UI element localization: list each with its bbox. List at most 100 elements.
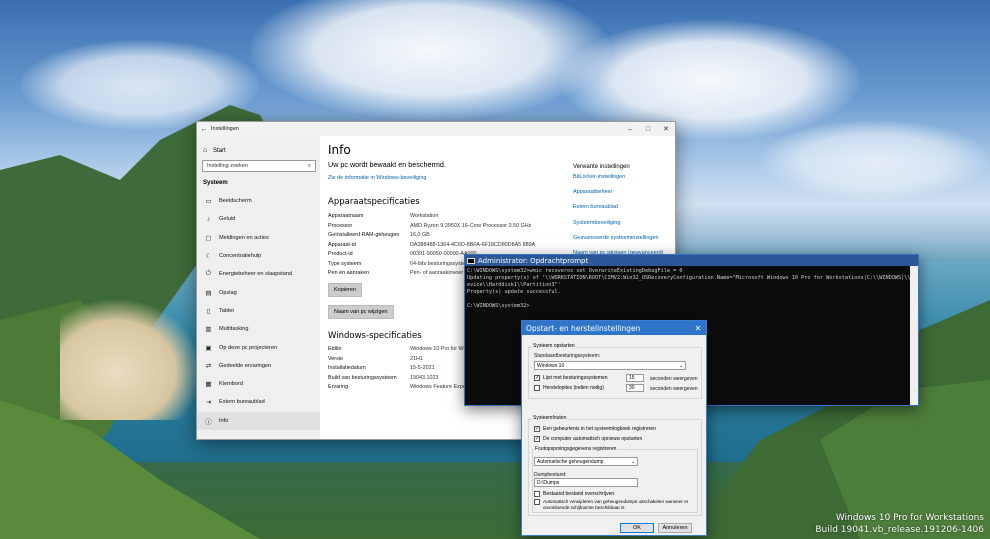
cmd-line: Property(s) update successful. [467, 289, 561, 296]
spec-key: Installatiedatum [328, 365, 366, 372]
sidebar-item[interactable]: ▤ Opslag [197, 283, 320, 301]
auto-delete-checkbox[interactable]: Automatisch verwijderen van geheugendump… [534, 499, 694, 510]
sidebar-item[interactable]: ▣ Op deze pc projecteren [197, 338, 320, 356]
sidebar-item[interactable]: ⇄ Gedeelde ervaringen [197, 357, 320, 375]
overwrite-checkbox[interactable]: Bestaand bestand overschrijven [534, 491, 614, 497]
sidebar-item-label: Tablet [219, 307, 234, 314]
os-list-seconds-input[interactable]: 15 [626, 374, 644, 382]
related-settings-heading: Verwante instellingen [573, 164, 630, 170]
sidebar-item-label: Klembord [219, 381, 243, 388]
display-icon: ▭ [205, 198, 212, 206]
spec-value: AMD Ryzen 9 3950X 16-Core Processor 3.50… [410, 222, 532, 229]
spec-row: Processor AMD Ryzen 9 3950X 16-Core Proce… [328, 223, 568, 230]
notifications-icon: ▢ [205, 234, 212, 242]
cmd-titlebar: Administrator: Opdrachtprompt [465, 255, 918, 266]
cmd-line: C:\WINDOWS\system32>wmic recoveros set O… [467, 268, 683, 274]
sidebar-item[interactable]: ☾ Concentratiehulp [197, 247, 320, 265]
recovery-options-seconds-input[interactable]: 30 [626, 384, 644, 392]
dialog-titlebar: Opstart- en herstelinstellingen ✕ [522, 321, 706, 335]
cmd-line: evice\\Harddisk1\\Partition3"' [467, 282, 561, 289]
cmd-line: C:\WINDOWS\system32> [467, 303, 530, 310]
spec-value: DA388488-1364-4C6D-8BFA-6F18CD80D8A5 889… [410, 241, 536, 248]
checkbox-box [534, 385, 540, 391]
sidebar-item-label: Meldingen en acties [219, 234, 269, 241]
cmd-output[interactable]: C:\WINDOWS\system32>wmic recoveros set O… [465, 266, 918, 310]
auto-restart-checkbox[interactable]: ✓ De computer automatisch opnieuw opstar… [534, 436, 642, 442]
spec-key: Build van besturingssysteem [328, 374, 397, 381]
settings-window-title: Instellingen [211, 126, 239, 132]
security-link[interactable]: Zie de informatie in Windows-beveiliging [328, 175, 568, 181]
startup-group-label: Systeem opstarten [532, 343, 576, 349]
moon-icon: ☾ [205, 253, 212, 261]
spec-value: 16,0 GB [410, 232, 430, 239]
related-link[interactable]: Apparaatbeheer [573, 189, 673, 204]
sidebar-item[interactable]: ⇥ Extern bureaublad [197, 393, 320, 411]
sidebar-item-label: Info [219, 417, 229, 424]
sidebar-item-start[interactable]: ⌂ Start [197, 136, 320, 154]
cmd-line: Updating property(s) of '\\WORKSTATION\R… [467, 275, 914, 282]
settings-sidebar: ⌂ Start Instelling zoeken ⌕ Systeem ▭ Bee… [197, 136, 320, 439]
close-icon[interactable]: ✕ [657, 122, 675, 136]
ok-button[interactable]: OK [620, 523, 654, 533]
os-list-checkbox[interactable]: ✓ Lijst met besturingssystemen [534, 375, 607, 381]
dump-file-input[interactable]: D:\Dumps [534, 478, 638, 487]
related-link[interactable]: Systeembeveiliging [573, 220, 673, 235]
auto-restart-label: De computer automatisch opnieuw opstarte… [543, 436, 643, 442]
debug-info-label: Foutopsporingsgegevens registreren [534, 446, 618, 452]
sidebar-item-label: Extern bureaublad [219, 399, 265, 406]
cmd-line [467, 296, 916, 303]
spec-row: Geïnstalleerd RAM-geheugen 16,0 GB [328, 232, 568, 239]
beach [60, 300, 200, 420]
sidebar-item-label: Energiebeheer en slaapstand [219, 271, 293, 278]
back-arrow-icon[interactable]: ← [197, 126, 211, 133]
checkbox-box: ✓ [534, 426, 540, 432]
dump-type-select[interactable]: Automatische geheugendump ⌄ [534, 457, 638, 466]
sidebar-item[interactable]: ▢ Meldingen en acties [197, 229, 320, 247]
cancel-button[interactable]: Annuleren [658, 523, 692, 533]
spec-key: Product-id [328, 251, 353, 258]
device-specs-heading: Apparaatspecificaties [328, 197, 420, 207]
clipboard-icon: ▦ [205, 381, 212, 389]
spec-key: Apparaat-id [328, 241, 356, 248]
related-link[interactable]: Geavanceerde systeeminstellingen [573, 235, 673, 250]
close-icon[interactable]: ✕ [690, 321, 706, 335]
search-placeholder: Instelling zoeken [207, 163, 248, 169]
rename-pc-button[interactable]: Naam van pc wijzigen [328, 305, 394, 320]
sidebar-item[interactable]: ▭ Beeldscherm [197, 192, 320, 210]
sidebar-item[interactable]: ▥ Multitasking [197, 320, 320, 338]
recovery-options-checkbox[interactable]: Herstelopties (indien nodig) [534, 385, 604, 391]
overwrite-label: Bestaand bestand overschrijven [543, 491, 615, 497]
dump-file-value: D:\Dumps [537, 479, 560, 486]
default-os-select[interactable]: Windows 10 ⌄ [534, 361, 686, 370]
sidebar-item[interactable]: ⓘ Info [197, 411, 320, 430]
log-event-checkbox[interactable]: ✓ Een gebeurtenis in het systeemlogboek … [534, 426, 656, 432]
watermark-edition: Windows 10 Pro for Workstations [835, 513, 984, 523]
dump-type-value: Automatische geheugendump [537, 458, 604, 465]
settings-search-input[interactable]: Instelling zoeken ⌕ [202, 160, 316, 172]
copy-button[interactable]: Kopieren [328, 283, 363, 298]
page-title: Info [328, 143, 351, 157]
power-icon: ⏻ [205, 270, 212, 278]
watermark-build: Build 19041.vb_release.191206-1406 [815, 525, 984, 535]
cmd-scrollbar[interactable] [910, 266, 918, 405]
search-icon: ⌕ [307, 162, 311, 169]
checkbox-box: ✓ [534, 375, 540, 381]
auto-delete-label: Automatisch verwijderen van geheugendump… [543, 499, 689, 510]
sidebar-nav-list: ▭ Beeldscherm ♪ Geluid ▢ Meldingen en acties ☾… [197, 192, 320, 430]
storage-icon: ▤ [205, 289, 212, 297]
maximize-icon[interactable]: □ [639, 122, 657, 136]
related-link[interactable]: BitLocker-instellingen [573, 174, 673, 189]
checkbox-box: ✓ [534, 436, 540, 442]
related-link[interactable]: Extern bureaublad [573, 204, 673, 219]
minimize-icon[interactable]: – [621, 122, 639, 136]
sidebar-item[interactable]: ♪ Geluid [197, 210, 320, 228]
console-icon [467, 257, 475, 264]
speaker-icon: ♪ [206, 215, 211, 223]
sidebar-item-label: Geluid [219, 216, 236, 223]
sidebar-item[interactable]: ▦ Klembord [197, 375, 320, 393]
spec-key: Type systeem [328, 260, 362, 267]
default-os-label: Standaardbesturingssysteem: [534, 353, 601, 359]
seconds-label: seconden weergeven [650, 386, 698, 392]
sidebar-item[interactable]: ▯ Tablet [197, 302, 320, 320]
sidebar-item[interactable]: ⏻ Energiebeheer en slaapstand [197, 265, 320, 283]
